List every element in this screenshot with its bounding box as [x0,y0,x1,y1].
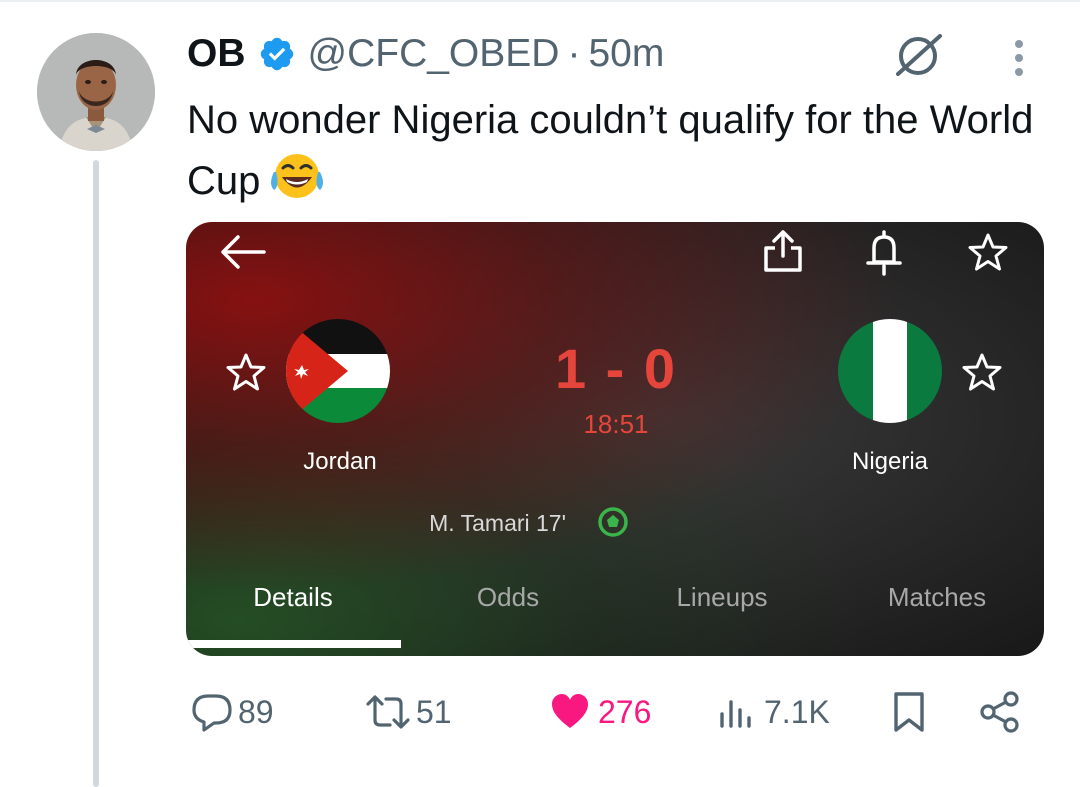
favorite-star-icon[interactable] [968,232,1008,272]
laughing-tears-emoji-icon [271,154,324,198]
tweet-actions: 89 51 276 7.1K [0,690,1080,740]
away-team-name: Nigeria [851,448,929,475]
tweet-time[interactable]: 50m [588,32,664,76]
share-icon[interactable] [760,226,806,276]
separator-dot: · [567,32,581,75]
back-arrow-icon[interactable] [218,232,268,272]
tab-lineups[interactable]: Lineups [622,582,822,613]
match-score: 1 - 0 [554,337,678,400]
tweet-header: OB @CFC_OBED · 50m [187,30,664,78]
reply-icon [192,694,232,732]
jordan-flag-icon [286,319,390,423]
retweet-count: 51 [416,693,452,730]
active-tab-indicator [186,640,401,648]
favorite-home-team-star-icon[interactable] [226,352,266,392]
match-card-image[interactable]: Jordan Nigeria 1 - 0 18:51 M. Tamari 17'… [186,222,1044,656]
like-count: 276 [598,693,652,730]
favorite-away-team-star-icon[interactable] [962,352,1002,392]
reply-button[interactable]: 89 [190,690,274,734]
goal-ball-icon [598,507,628,537]
grok-icon[interactable] [892,30,948,80]
tab-odds[interactable]: Odds [408,582,608,613]
bookmark-icon[interactable] [888,690,930,734]
tweet-text: No wonder Nigeria couldn’t qualify for t… [187,90,1057,211]
home-team-name: Jordan [303,448,377,475]
bell-icon[interactable] [862,228,906,278]
goal-scorer: M. Tamari 17' [429,510,566,536]
reply-count: 89 [238,693,274,730]
retweet-icon [366,695,410,729]
heart-filled-icon [552,694,588,728]
tab-details[interactable]: Details [193,582,393,613]
author-name[interactable]: OB [187,32,246,76]
views-chart-icon [720,700,751,728]
match-clock: 18:51 [583,409,649,439]
avatar-photo [37,33,155,151]
more-options-icon[interactable] [1008,38,1030,78]
avatar[interactable] [37,33,155,151]
retweet-button[interactable]: 51 [362,690,452,734]
top-divider [0,0,1080,2]
author-handle[interactable]: @CFC_OBED [308,32,560,76]
views-button[interactable]: 7.1K [716,690,830,734]
share-network-icon[interactable] [978,690,1022,734]
like-button[interactable]: 276 [548,690,651,734]
nigeria-flag-icon [838,319,942,423]
tab-matches[interactable]: Matches [837,582,1037,613]
verified-badge-icon[interactable] [258,35,296,73]
views-count: 7.1K [764,693,830,730]
